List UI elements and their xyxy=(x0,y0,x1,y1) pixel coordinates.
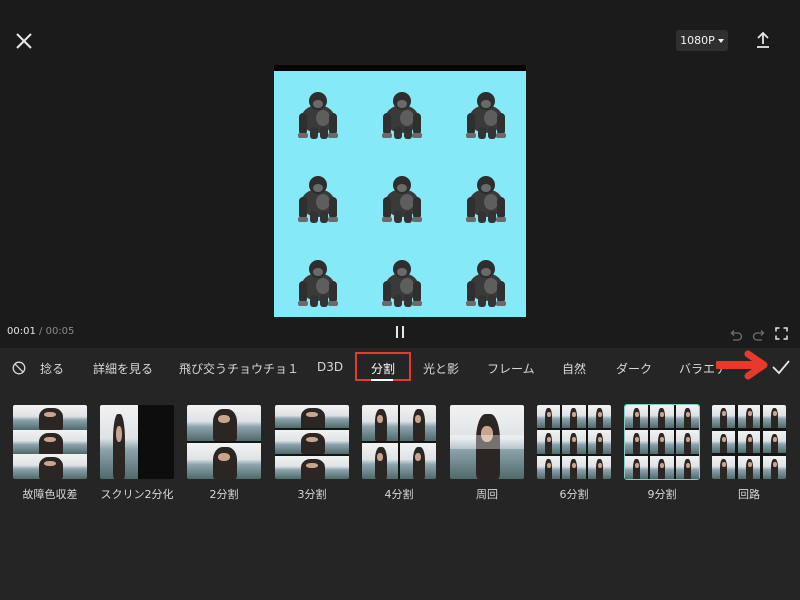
pause-icon xyxy=(402,326,404,338)
confirm-button[interactable] xyxy=(771,358,791,376)
effect-thumb-loop[interactable] xyxy=(450,405,524,479)
time-display: 00:01 / 00:05 xyxy=(7,326,74,337)
tab-nature[interactable]: 自然 xyxy=(562,360,586,377)
tab-dark[interactable]: ダーク xyxy=(616,360,652,377)
effect-thumb-2split[interactable] xyxy=(187,405,261,479)
thumbnail-image xyxy=(187,405,261,479)
gorilla-icon xyxy=(459,89,509,141)
effect-label: 回路 xyxy=(738,488,760,501)
pause-button[interactable] xyxy=(393,325,407,339)
gorilla-icon xyxy=(291,257,341,309)
tab-details[interactable]: 詳細を見る xyxy=(93,360,153,377)
effect-label: 3分割 xyxy=(297,488,327,501)
gorilla-icon xyxy=(375,173,425,225)
total-time: 00:05 xyxy=(45,326,75,337)
export-button[interactable] xyxy=(751,28,775,52)
selected-tab-underline xyxy=(371,379,393,381)
video-preview[interactable] xyxy=(274,65,526,317)
thumbnail-image xyxy=(712,405,786,479)
thumbnail-image xyxy=(13,405,87,479)
tab-twist[interactable]: 捻る xyxy=(40,360,64,377)
time-separator: / xyxy=(39,326,43,337)
gorilla-icon xyxy=(459,173,509,225)
thumbnail-image xyxy=(100,405,174,479)
gorilla-icon xyxy=(291,173,341,225)
gorilla-icon xyxy=(375,89,425,141)
gorilla-icon xyxy=(291,89,341,141)
fullscreen-button[interactable] xyxy=(775,325,788,340)
caret-down-icon xyxy=(717,38,724,43)
current-time: 00:01 xyxy=(7,326,36,337)
close-button[interactable] xyxy=(10,27,38,55)
resolution-dropdown[interactable]: 1080P xyxy=(676,30,728,51)
effect-label: 6分割 xyxy=(559,488,589,501)
redo-icon xyxy=(752,330,765,341)
effect-label: 9分割 xyxy=(647,488,677,501)
gorilla-icon xyxy=(375,257,425,309)
pause-icon xyxy=(396,326,398,338)
close-icon xyxy=(16,33,32,49)
check-icon xyxy=(772,360,790,375)
tab-butterflies[interactable]: 飛び交うチョウチョ１ xyxy=(179,360,299,377)
effect-label: スクリン2分化 xyxy=(100,488,174,501)
thumbnail-image xyxy=(625,405,699,479)
thumbnail-image xyxy=(362,405,436,479)
arrow-annotation-icon xyxy=(714,350,774,380)
undo-button[interactable] xyxy=(729,326,743,341)
tab-frame[interactable]: フレーム xyxy=(487,360,535,377)
tab-highlight-box xyxy=(355,352,411,381)
effect-label: 2分割 xyxy=(209,488,239,501)
tab-d3d[interactable]: D3D xyxy=(317,360,343,374)
effect-thumb-4split[interactable] xyxy=(362,405,436,479)
effect-thumb-glitch[interactable] xyxy=(13,405,87,479)
upload-icon xyxy=(757,31,769,48)
preview-letterbox xyxy=(274,65,526,71)
gorilla-icon xyxy=(459,257,509,309)
tab-light-shadow[interactable]: 光と影 xyxy=(423,360,459,377)
effect-thumb-screen-split[interactable] xyxy=(100,405,174,479)
effect-label: 4分割 xyxy=(384,488,414,501)
thumbnail-image xyxy=(450,405,524,479)
effect-label: 故障色収差 xyxy=(22,488,78,501)
effect-label: 周回 xyxy=(476,488,498,501)
redo-button[interactable] xyxy=(752,326,766,341)
effect-thumb-3split[interactable] xyxy=(275,405,349,479)
effect-thumb-6split[interactable] xyxy=(537,405,611,479)
fullscreen-icon xyxy=(775,327,788,340)
resolution-label: 1080P xyxy=(680,34,715,47)
effect-thumb-9split[interactable] xyxy=(624,404,700,480)
undo-icon xyxy=(730,330,743,341)
thumbnail-image xyxy=(537,405,611,479)
effect-thumb-circuit[interactable] xyxy=(712,405,786,479)
thumbnail-image xyxy=(275,405,349,479)
